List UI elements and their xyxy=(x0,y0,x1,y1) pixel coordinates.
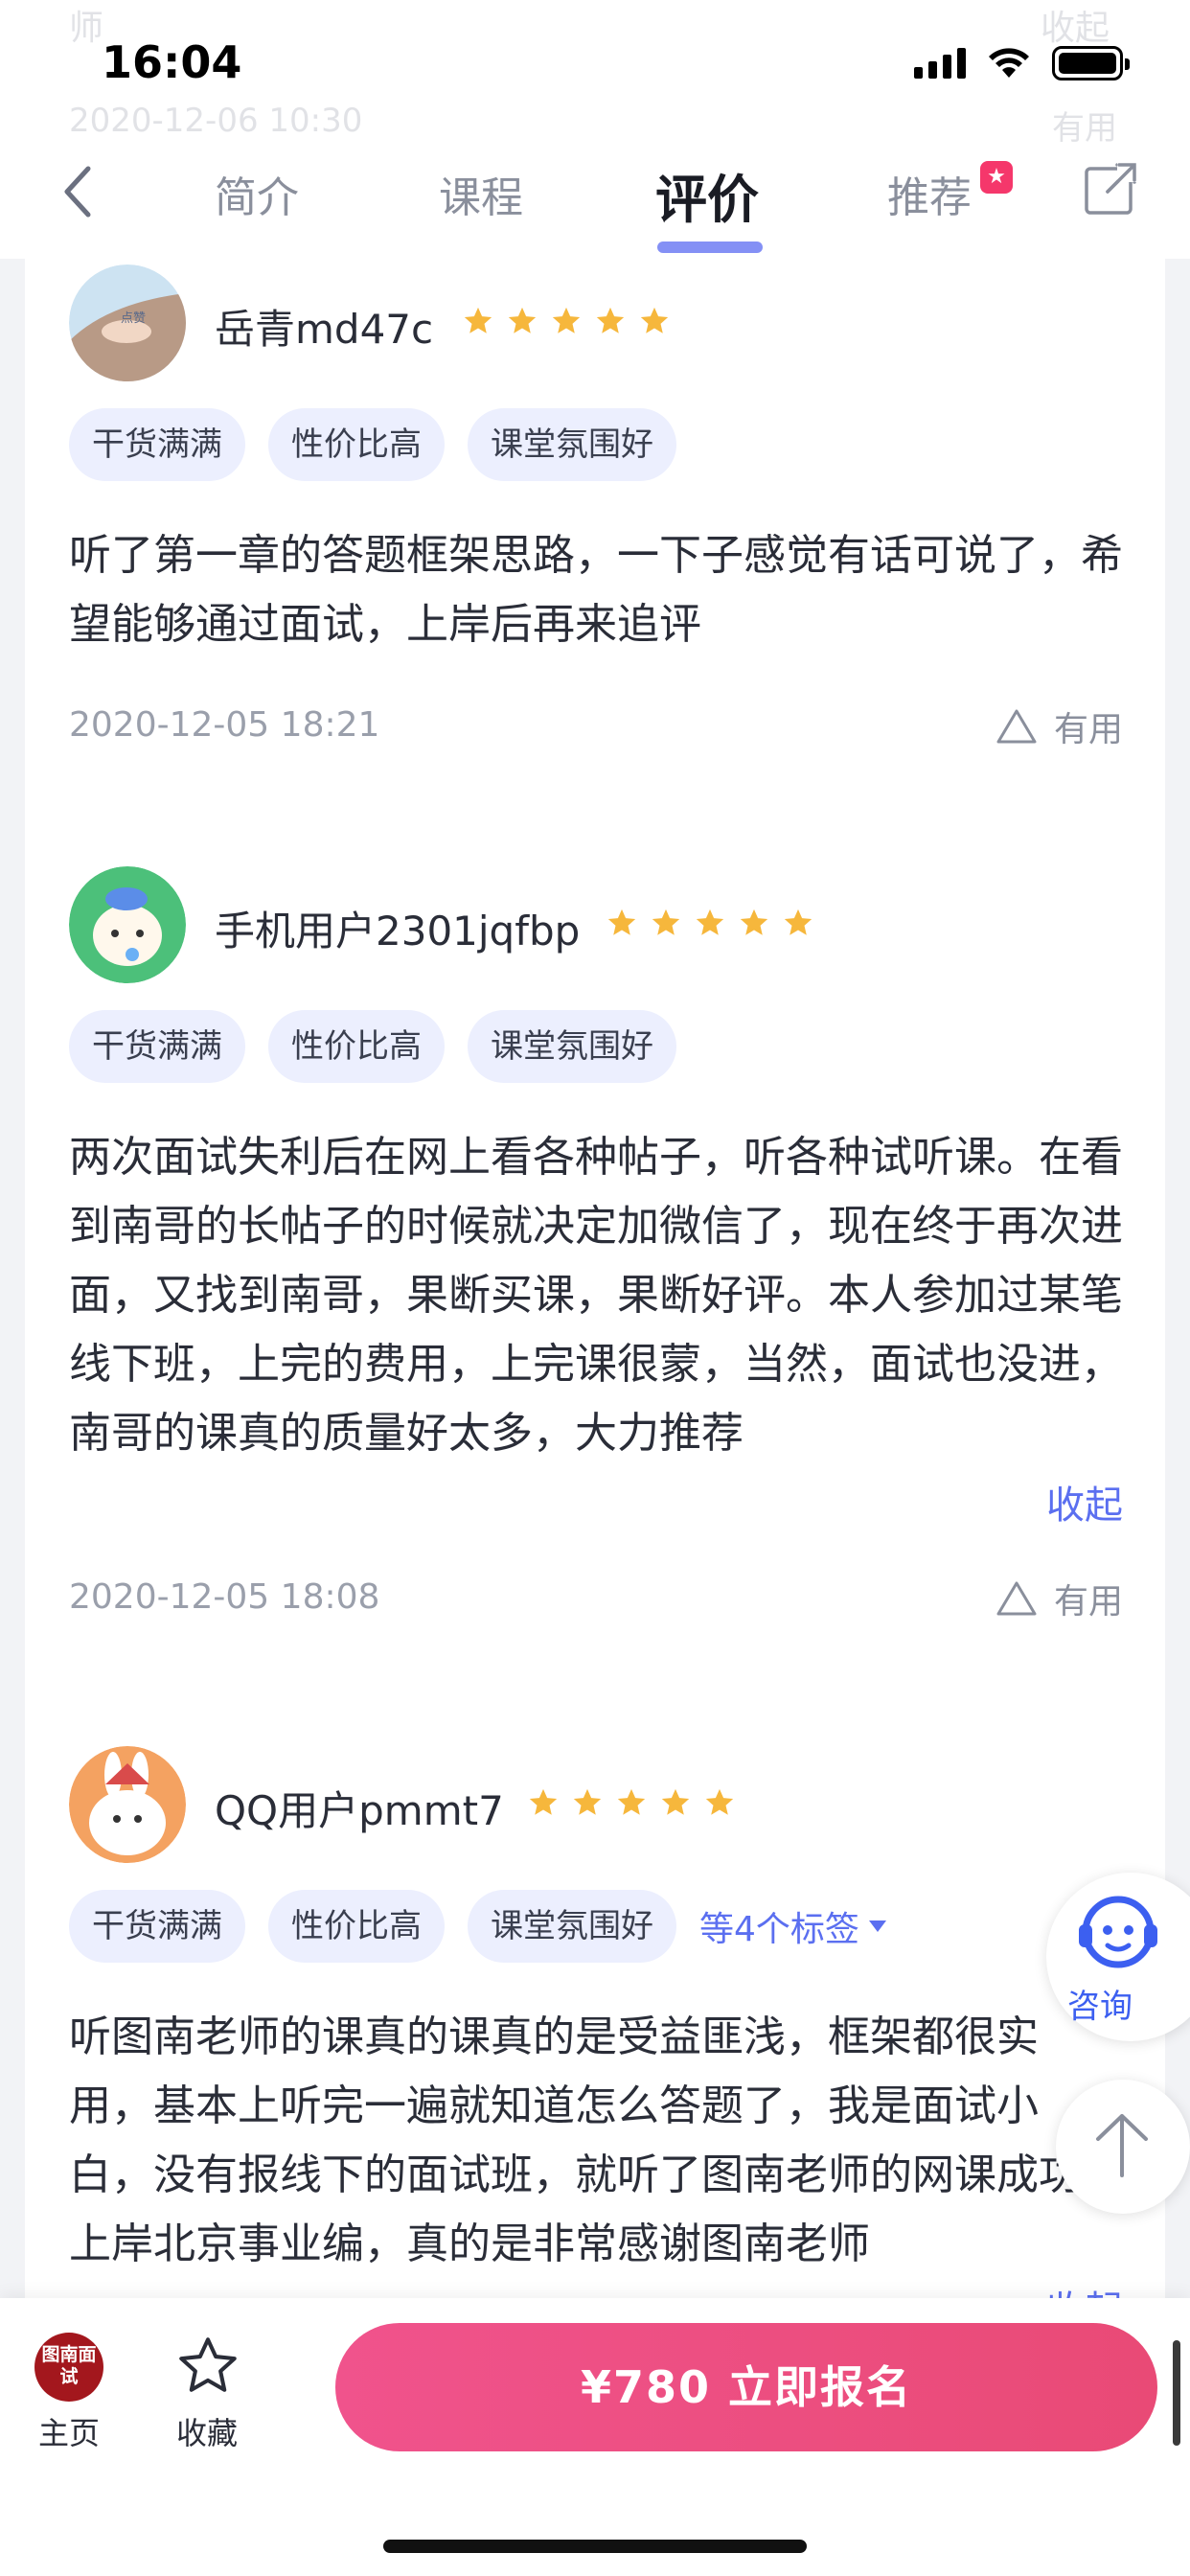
home-logo[interactable]: 图南面试 xyxy=(34,2333,103,2402)
avatar[interactable] xyxy=(69,866,186,983)
username[interactable]: 手机用户2301jqfbp xyxy=(215,899,580,957)
tag-list: 干货满满 性价比高 课堂氛围好 xyxy=(69,408,676,481)
cellular-signal-icon xyxy=(914,48,966,79)
star-icon xyxy=(529,1788,558,1815)
favorite-label[interactable]: 收藏 xyxy=(176,2409,238,2453)
star-icon xyxy=(661,1788,690,1815)
svg-text:点赞: 点赞 xyxy=(121,311,146,326)
customer-service-icon xyxy=(1079,1896,1157,1968)
ghost-date: 2020-12-06 10:30 xyxy=(69,102,363,140)
star-outline-icon[interactable] xyxy=(174,2333,241,2400)
caret-down-icon xyxy=(868,1920,886,1932)
thumbs-up-triangle-icon xyxy=(996,709,1037,744)
review-date: 2020-12-05 18:08 xyxy=(69,1577,380,1617)
battery-icon xyxy=(1052,46,1130,80)
star-icon xyxy=(652,908,680,935)
enroll-button[interactable]: ¥780 立即报名 xyxy=(335,2323,1157,2451)
status-time: 16:04 xyxy=(102,36,242,88)
tab-recommend[interactable]: 推荐 xyxy=(887,163,972,224)
arrow-up-icon xyxy=(1096,2114,1148,2177)
star-icon xyxy=(784,908,812,935)
star-icon xyxy=(573,1788,602,1815)
nav-tabs: 简介 课程 评价 推荐 ★ xyxy=(182,161,1044,253)
useful-button[interactable]: 有用 xyxy=(995,1574,1123,1623)
star-icon xyxy=(596,307,625,334)
scroll-indicator xyxy=(1173,2340,1180,2446)
collapse-link[interactable]: 收起 xyxy=(1046,1474,1123,1530)
tab-reviews[interactable]: 评价 xyxy=(655,157,759,233)
rating-stars xyxy=(527,1786,736,1819)
useful-label: 有用 xyxy=(1053,1582,1123,1622)
back-to-top-button[interactable] xyxy=(1056,2080,1190,2214)
review-content: 听图南老师的课真的课真的是受益匪浅，框架都很实用，基本上听完一遍就知道怎么答题了… xyxy=(69,2012,1081,2268)
review-card: 点赞 岳青md47c 干货满满 性价比高 课堂氛围好 听了第一章的答题框架思路，… xyxy=(69,264,1123,763)
recommend-star-badge-icon: ★ xyxy=(980,161,1013,194)
ghost-collapse: 收起 xyxy=(1041,9,1110,48)
bottom-action-bar: 图南面试 主页 收藏 ¥780 立即报名 xyxy=(0,2298,1190,2576)
tab-intro[interactable]: 简介 xyxy=(215,163,299,224)
tag: 性价比高 xyxy=(268,1890,445,1963)
star-icon xyxy=(607,908,636,935)
consult-label: 咨询 xyxy=(1067,1988,1133,2026)
tag: 干货满满 xyxy=(69,1010,245,1083)
tag: 课堂氛围好 xyxy=(468,1890,676,1963)
tag: 课堂氛围好 xyxy=(468,408,676,481)
back-icon[interactable] xyxy=(56,163,103,220)
useful-button[interactable]: 有用 xyxy=(995,702,1123,751)
more-tags-label: 等4个标签 xyxy=(699,1910,859,1949)
thumbs-up-triangle-icon xyxy=(996,1581,1037,1616)
review-date: 2020-12-05 18:21 xyxy=(69,705,380,745)
tag-list: 干货满满 性价比高 课堂氛围好 xyxy=(69,1010,676,1083)
ghost-text: 师 xyxy=(69,9,104,48)
ghost-useful: 有用 xyxy=(1052,109,1117,148)
avatar[interactable] xyxy=(69,1746,186,1863)
star-icon xyxy=(508,307,537,334)
left-gutter xyxy=(0,0,25,2576)
review-content: 两次面试失利后在网上看各种帖子，听各种试听课。在看到南哥的长帖子的时候就决定加微… xyxy=(69,1133,1123,1458)
tab-course[interactable]: 课程 xyxy=(439,163,523,224)
tag: 干货满满 xyxy=(69,1890,245,1963)
home-label[interactable]: 主页 xyxy=(38,2409,100,2453)
username[interactable]: QQ用户pmmt7 xyxy=(215,1779,504,1837)
tag: 干货满满 xyxy=(69,408,245,481)
home-indicator xyxy=(383,2540,807,2553)
tag: 性价比高 xyxy=(268,408,445,481)
tag: 性价比高 xyxy=(268,1010,445,1083)
rating-stars xyxy=(462,305,671,337)
more-tags-toggle[interactable]: 等4个标签 xyxy=(699,1901,888,1951)
avatar[interactable]: 点赞 xyxy=(69,264,186,381)
star-icon xyxy=(640,307,669,334)
star-icon xyxy=(696,908,724,935)
tag-list: 干货满满 性价比高 课堂氛围好 等4个标签 xyxy=(69,1890,888,1963)
rating-stars xyxy=(606,907,814,939)
tag: 课堂氛围好 xyxy=(468,1010,676,1083)
review-card: 手机用户2301jqfbp 干货满满 性价比高 课堂氛围好 两次面试失利后在网上… xyxy=(69,866,1123,1652)
useful-label: 有用 xyxy=(1053,710,1123,749)
star-icon xyxy=(464,307,492,334)
username[interactable]: 岳青md47c xyxy=(215,297,433,356)
status-icons xyxy=(914,46,1130,80)
star-icon xyxy=(705,1788,734,1815)
nav-bar: 简介 课程 评价 推荐 ★ xyxy=(0,134,1190,259)
star-icon xyxy=(552,307,581,334)
star-icon xyxy=(740,908,768,935)
share-icon[interactable] xyxy=(1083,161,1138,217)
star-icon xyxy=(617,1788,646,1815)
review-content: 听了第一章的答题框架思路，一下子感觉有话可说了，希望能够通过面试，上岸后再来追评 xyxy=(69,531,1123,649)
wifi-icon xyxy=(989,48,1029,78)
review-card: QQ用户pmmt7 干货满满 性价比高 课堂氛围好 等4个标签 听图南老师的课真… xyxy=(69,1746,1123,2333)
active-tab-underline xyxy=(657,242,763,253)
